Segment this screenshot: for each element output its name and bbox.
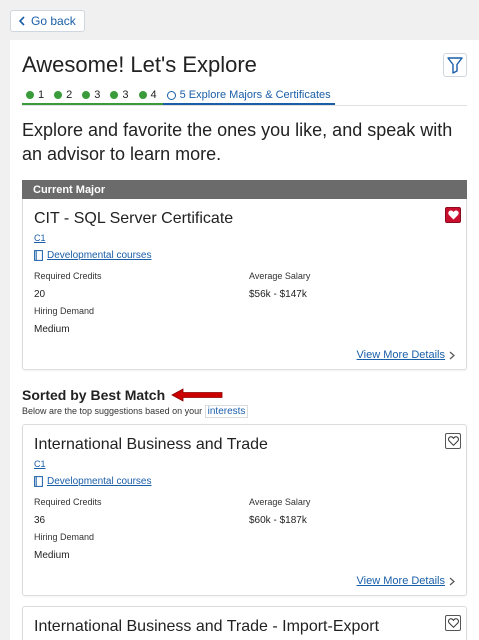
card-title: International Business and Trade - Impor… <box>34 618 380 635</box>
view-more-label: View More Details <box>356 349 445 361</box>
salary-label: Average Salary <box>249 271 311 281</box>
step-5-current[interactable]: 5 Explore Majors & Certificates <box>162 89 335 105</box>
view-more-details-link[interactable]: View More Details <box>34 349 455 361</box>
step-4[interactable]: 4 <box>134 89 163 105</box>
credits-label: Required Credits <box>34 271 102 281</box>
current-major-header: Current Major <box>22 180 467 199</box>
stats-grid: Required Credits Average Salary 20 $56k … <box>34 271 455 341</box>
progress-steps: 1 2 3 3 4 5 Explore Majors & Certificate… <box>22 88 467 106</box>
open-circle-icon <box>166 90 176 100</box>
arrow-left-icon <box>171 388 223 402</box>
page-title: Awesome! Let's Explore <box>22 52 257 77</box>
sorted-heading-row: Sorted by Best Match <box>22 387 467 403</box>
chevron-right-icon <box>449 351 455 359</box>
step-label: 3 <box>122 89 129 101</box>
go-back-label: Go back <box>31 14 76 28</box>
favorite-button[interactable] <box>445 433 461 449</box>
stats-grid: Required Credits Average Salary 36 $60k … <box>34 497 455 567</box>
favorite-button[interactable] <box>445 207 461 223</box>
red-arrow-annotation <box>171 388 223 402</box>
program-code-link[interactable]: C1 <box>34 233 46 243</box>
salary-value: $56k - $147k <box>249 289 307 300</box>
check-dot-icon <box>26 91 34 99</box>
result-card: International Business and Trade C1 Deve… <box>22 424 467 596</box>
card-title: International Business and Trade <box>34 436 268 453</box>
developmental-courses-link[interactable]: Developmental courses <box>34 250 455 261</box>
step-label: 1 <box>38 89 45 101</box>
title-row: Awesome! Let's Explore <box>22 52 467 78</box>
top-bar: Go back <box>0 0 479 40</box>
results-list: International Business and Trade C1 Deve… <box>22 424 467 640</box>
card-title: CIT - SQL Server Certificate <box>34 210 234 227</box>
current-major-card: CIT - SQL Server Certificate C1 Developm… <box>22 199 467 370</box>
salary-value: $60k - $187k <box>249 515 307 526</box>
interests-link[interactable]: interests <box>204 405 249 418</box>
heart-icon <box>447 210 459 220</box>
go-back-button[interactable]: Go back <box>10 10 85 32</box>
credits-value: 20 <box>34 289 46 300</box>
view-more-details-link[interactable]: View More Details <box>34 575 455 587</box>
demand-label: Hiring Demand <box>34 532 95 542</box>
favorite-button[interactable] <box>445 615 461 631</box>
sorted-title: Sorted by Best Match <box>22 387 166 403</box>
heart-outline-icon <box>447 436 459 446</box>
sorted-subtitle-text: Below are the top suggestions based on y… <box>22 406 203 416</box>
check-dot-icon <box>54 91 63 99</box>
filter-icon <box>447 57 463 74</box>
dev-link-label: Developmental courses <box>47 476 152 487</box>
step-1[interactable]: 1 <box>22 89 51 105</box>
intro-text: Explore and favorite the ones you like, … <box>22 120 453 164</box>
result-card: International Business and Trade - Impor… <box>22 606 467 640</box>
salary-label: Average Salary <box>249 497 311 507</box>
view-more-label: View More Details <box>356 575 445 587</box>
step-2[interactable]: 2 <box>50 89 79 105</box>
step-label: 3 <box>94 89 101 101</box>
check-dot-icon <box>82 91 91 99</box>
check-dot-icon <box>110 91 119 99</box>
demand-value: Medium <box>34 324 70 335</box>
step-label: 2 <box>66 89 73 101</box>
filter-button[interactable] <box>443 53 467 77</box>
developmental-courses-link[interactable]: Developmental courses <box>34 476 455 487</box>
chevron-right-icon <box>449 577 455 585</box>
credits-value: 36 <box>34 515 46 526</box>
demand-value: Medium <box>34 550 70 561</box>
demand-label: Hiring Demand <box>34 306 95 316</box>
program-code-link[interactable]: C1 <box>34 459 46 469</box>
book-icon <box>34 250 43 261</box>
book-icon <box>34 476 43 487</box>
step-label: 4 <box>150 89 157 101</box>
sorted-subtitle: Below are the top suggestions based on y… <box>22 405 467 418</box>
main-panel: Awesome! Let's Explore 1 2 3 3 4 5 Explo… <box>10 40 479 640</box>
chevron-left-icon <box>18 16 25 26</box>
dev-link-label: Developmental courses <box>47 250 152 261</box>
step-3[interactable]: 3 <box>78 89 107 105</box>
credits-label: Required Credits <box>34 497 102 507</box>
step-3b[interactable]: 3 <box>106 89 135 105</box>
step-label: 5 Explore Majors & Certificates <box>179 89 331 101</box>
check-dot-icon <box>138 91 147 99</box>
heart-outline-icon <box>447 618 459 628</box>
